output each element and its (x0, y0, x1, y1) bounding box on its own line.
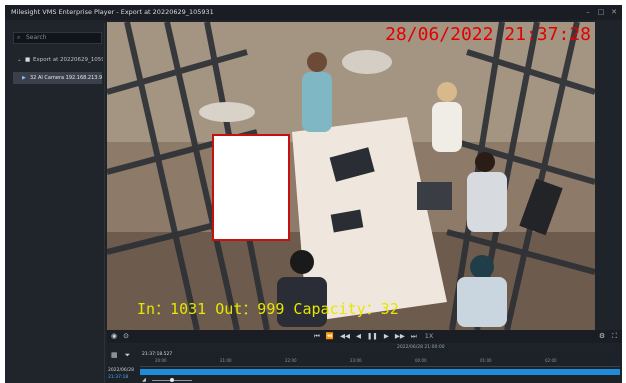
playback-controls: ◉ ⊙ ⏮ ⏪ ◀◀ ◀ ❚❚ ▶ ▶▶ ⏭ 1X ⚙ ⛶ (107, 330, 622, 343)
timeline-cursor-time: 21:37:18.527 (142, 352, 173, 357)
device-sidebar: ⌕ Search ⌄ ■ Export at 20220629_1059... … (5, 23, 105, 383)
timeline-zoom[interactable]: ◢ (142, 377, 202, 383)
privacy-mask (212, 134, 290, 241)
fast-forward-icon[interactable]: ▶▶ (395, 330, 405, 343)
speed-label[interactable]: 1X (425, 330, 434, 343)
close-button[interactable]: ✕ (610, 5, 618, 20)
skip-start-icon[interactable]: ⏮ (314, 330, 320, 343)
skip-end-icon[interactable]: ⏭ (411, 330, 417, 343)
timeline-center-date: 2022/06/28 21:00:00 (397, 345, 445, 350)
camera-icon: ▶ (22, 75, 26, 81)
window-title: Milesight VMS Enterprise Player - Export… (11, 8, 214, 16)
tick-label: 21:00 (220, 358, 232, 363)
tree-export-label: Export at 20220629_1059... (33, 57, 103, 63)
grid-icon[interactable]: ▦ (111, 351, 118, 360)
fullscreen-icon[interactable]: ⛶ (612, 330, 617, 343)
tick-label: 02:00 (545, 358, 557, 363)
tick-label: 01:00 (480, 358, 492, 363)
tick-label: 20:00 (155, 358, 167, 363)
folder-icon: ■ (25, 57, 31, 63)
zoom-out-icon[interactable]: ◢ (142, 377, 146, 383)
timeline-time: 21:37:18 (108, 375, 129, 380)
search-placeholder: Search (26, 34, 47, 41)
tree-export-folder[interactable]: ⌄ ■ Export at 20220629_1059... (17, 54, 103, 66)
chevron-down-icon[interactable]: ⌄ (17, 54, 22, 66)
tree-camera-label: 32 AI Camera 192.168.213.97 (30, 75, 102, 81)
pause-icon[interactable]: ❚❚ (367, 330, 378, 343)
recording-segment[interactable] (140, 369, 620, 375)
osd-people-counter: In：1031 Out：999 Capacity：32 (137, 300, 399, 318)
camera-scene (107, 22, 595, 330)
tick-label: 00:00 (415, 358, 427, 363)
prev-frame-icon[interactable]: ⏪ (326, 330, 334, 343)
search-input[interactable]: ⌕ Search (13, 32, 102, 44)
snapshot-icon[interactable]: ◉ (111, 330, 117, 343)
filter-icon[interactable]: ⏷ (125, 351, 131, 360)
search-icon: ⌕ (17, 34, 21, 41)
timeline-date: 2022/06/28 (108, 368, 134, 373)
timeline[interactable]: ▦ ⏷ 2022/06/28 21:37:18 2022/06/28 21:00… (107, 345, 622, 383)
player-window: Milesight VMS Enterprise Player - Export… (5, 5, 622, 383)
video-view[interactable]: 28/06/2022 21:37:28 In：1031 Out：999 Capa… (107, 22, 595, 330)
maximize-button[interactable]: □ (597, 5, 605, 20)
step-forward-icon[interactable]: ▶ (384, 330, 389, 343)
step-back-icon[interactable]: ◀ (356, 330, 361, 343)
rewind-icon[interactable]: ◀◀ (340, 330, 350, 343)
tick-label: 22:00 (285, 358, 297, 363)
window-controls: – □ ✕ (584, 5, 618, 20)
timeline-ruler[interactable]: 20:00 21:00 22:00 23:00 00:00 01:00 02:0… (140, 358, 620, 367)
tick-label: 23:00 (350, 358, 362, 363)
title-bar: Milesight VMS Enterprise Player - Export… (5, 5, 622, 20)
settings-icon[interactable]: ⚙ (599, 330, 605, 343)
minimize-button[interactable]: – (584, 5, 592, 20)
tree-camera-item[interactable]: ▶ 32 AI Camera 192.168.213.97 (13, 72, 102, 84)
timeline-sidebar: ▦ ⏷ 2022/06/28 21:37:18 (107, 345, 140, 383)
zoom-thumb[interactable] (170, 378, 174, 382)
record-icon[interactable]: ⊙ (123, 330, 129, 343)
osd-timestamp: 28/06/2022 21:37:28 (385, 24, 591, 45)
